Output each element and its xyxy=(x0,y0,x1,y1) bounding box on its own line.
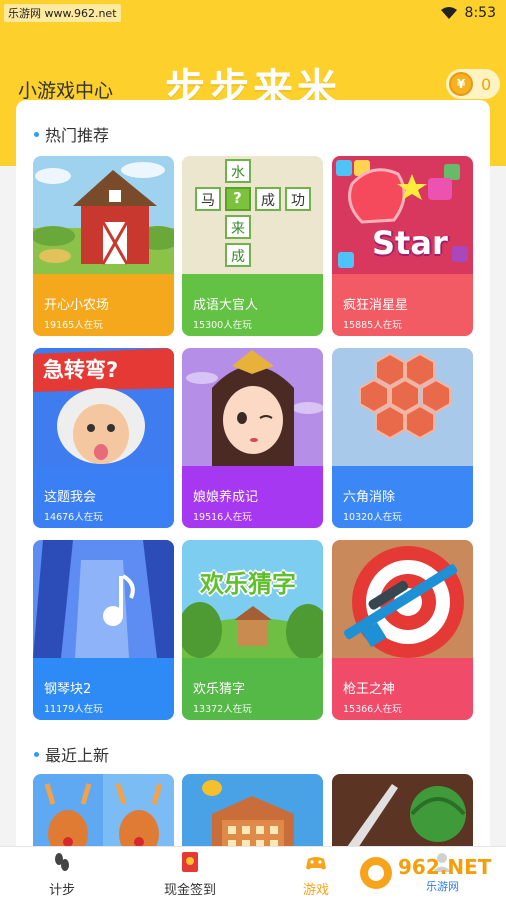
game-name: 六角消除 xyxy=(343,490,396,505)
content-card: 热门推荐 开心小农场 19165人在玩 水 马 ? 成 功 来 成 成语大官人 … xyxy=(16,100,490,860)
watermark-sub: 乐游网 xyxy=(426,880,459,893)
status-time: 8:53 xyxy=(464,5,496,21)
star-blocks-icon: Star xyxy=(332,156,473,274)
tile-info: 欢乐猜字 13372人在玩 xyxy=(182,658,323,720)
game-name: 钢琴块2 xyxy=(44,682,92,697)
quiz-art-text: 急转弯? xyxy=(43,358,119,382)
section-new: 最近上新 xyxy=(34,742,109,766)
game-tile-star[interactable]: Star 疯狂消星星 15885人在玩 xyxy=(332,156,473,336)
game-tile-rifle[interactable]: 枪王之神 15366人在玩 xyxy=(332,540,473,720)
idiom-char: 功 xyxy=(291,193,305,209)
steps-icon xyxy=(55,853,69,871)
game-players: 19165人在玩 xyxy=(44,320,103,331)
tile-info: 六角消除 10320人在玩 xyxy=(332,466,473,528)
game-players: 19516人在玩 xyxy=(193,512,252,523)
idiom-char: 成 xyxy=(261,193,275,209)
game-players: 10320人在玩 xyxy=(343,512,402,523)
coin-value: 0 xyxy=(481,74,492,94)
game-tile-empress[interactable]: 娘娘养成记 19516人在玩 xyxy=(182,348,323,528)
game-tile-word[interactable]: 欢乐猜字 欢乐猜字 13372人在玩 xyxy=(182,540,323,720)
idiom-char: 来 xyxy=(231,221,245,237)
piano-tiles-icon xyxy=(33,540,174,658)
game-name: 成语大官人 xyxy=(193,298,259,313)
hexagon-icon xyxy=(332,348,473,466)
tile-info: 疯狂消星星 15885人在玩 xyxy=(332,274,473,336)
game-name: 枪王之神 xyxy=(343,682,396,697)
nav-games-label: 游戏 xyxy=(302,883,329,898)
section-dot xyxy=(34,131,39,137)
nav-games[interactable]: 游戏 xyxy=(276,851,356,899)
game-tile-quiz[interactable]: 急转弯? 这题我会 14676人在玩 xyxy=(33,348,174,528)
game-players: 13372人在玩 xyxy=(193,704,252,715)
coin-icon: ¥ xyxy=(449,72,473,96)
section-hot: 热门推荐 xyxy=(34,122,109,146)
tile-info: 钢琴块2 11179人在玩 xyxy=(33,658,174,720)
star-art-text: Star xyxy=(372,224,448,262)
gamepad-icon xyxy=(306,857,326,870)
game-name: 疯狂消星星 xyxy=(343,298,409,313)
game-tile-hex[interactable]: 六角消除 10320人在玩 xyxy=(332,348,473,528)
watermark-brand: 962.NET xyxy=(398,855,492,879)
section-new-title: 最近上新 xyxy=(45,746,110,765)
idiom-char: ? xyxy=(233,189,242,207)
game-tile-idiom[interactable]: 水 马 ? 成 功 来 成 成语大官人 15300人在玩 xyxy=(182,156,323,336)
game-players: 15300人在玩 xyxy=(193,320,252,331)
idiom-char: 马 xyxy=(201,193,215,209)
nav-steps[interactable]: 计步 xyxy=(22,851,102,899)
game-players: 14676人在玩 xyxy=(44,512,103,523)
game-players: 11179人在玩 xyxy=(44,704,103,715)
section-hot-title: 热门推荐 xyxy=(45,126,110,145)
status-right: 8:53 xyxy=(440,5,496,21)
empress-icon xyxy=(182,348,323,466)
game-name: 欢乐猜字 xyxy=(193,682,246,697)
watermark-text: 乐游网 www.962.net xyxy=(4,4,121,22)
game-players: 15366人在玩 xyxy=(343,704,402,715)
game-tile-piano[interactable]: 钢琴块2 11179人在玩 xyxy=(33,540,174,720)
idiom-char: 水 xyxy=(231,165,245,181)
red-envelope-icon xyxy=(182,852,198,872)
game-name: 这题我会 xyxy=(44,490,97,505)
game-players: 15885人在玩 xyxy=(343,320,402,331)
nav-cash-checkin[interactable]: 现金签到 xyxy=(150,851,230,899)
section-dot xyxy=(34,751,39,757)
idiom-char: 成 xyxy=(231,249,245,265)
nav-steps-label: 计步 xyxy=(48,883,75,898)
watermark-logo: 962.NET 乐游网 xyxy=(356,850,502,896)
game-name: 娘娘养成记 xyxy=(193,490,259,505)
nav-cash-label: 现金签到 xyxy=(163,883,216,898)
word-guess-icon: 欢乐猜字 xyxy=(182,540,323,658)
rifle-target-icon xyxy=(332,540,473,658)
tile-info: 这题我会 14676人在玩 xyxy=(33,466,174,528)
einstein-quiz-icon: 急转弯? xyxy=(33,348,174,466)
tile-info: 娘娘养成记 19516人在玩 xyxy=(182,466,323,528)
game-name: 开心小农场 xyxy=(44,298,110,313)
coin-balance[interactable]: ¥ 0 xyxy=(446,69,500,99)
tile-info: 开心小农场 19165人在玩 xyxy=(33,274,174,336)
word-art-text: 欢乐猜字 xyxy=(200,570,296,598)
tile-info: 成语大官人 15300人在玩 xyxy=(182,274,323,336)
farm-barn-icon xyxy=(33,156,174,274)
wifi-icon xyxy=(440,7,457,19)
game-tile-farm[interactable]: 开心小农场 19165人在玩 xyxy=(33,156,174,336)
status-bar: 乐游网 www.962.net 8:53 xyxy=(0,0,506,26)
tile-info: 枪王之神 15366人在玩 xyxy=(332,658,473,720)
idiom-puzzle-icon: 水 马 ? 成 功 来 成 xyxy=(182,156,323,274)
